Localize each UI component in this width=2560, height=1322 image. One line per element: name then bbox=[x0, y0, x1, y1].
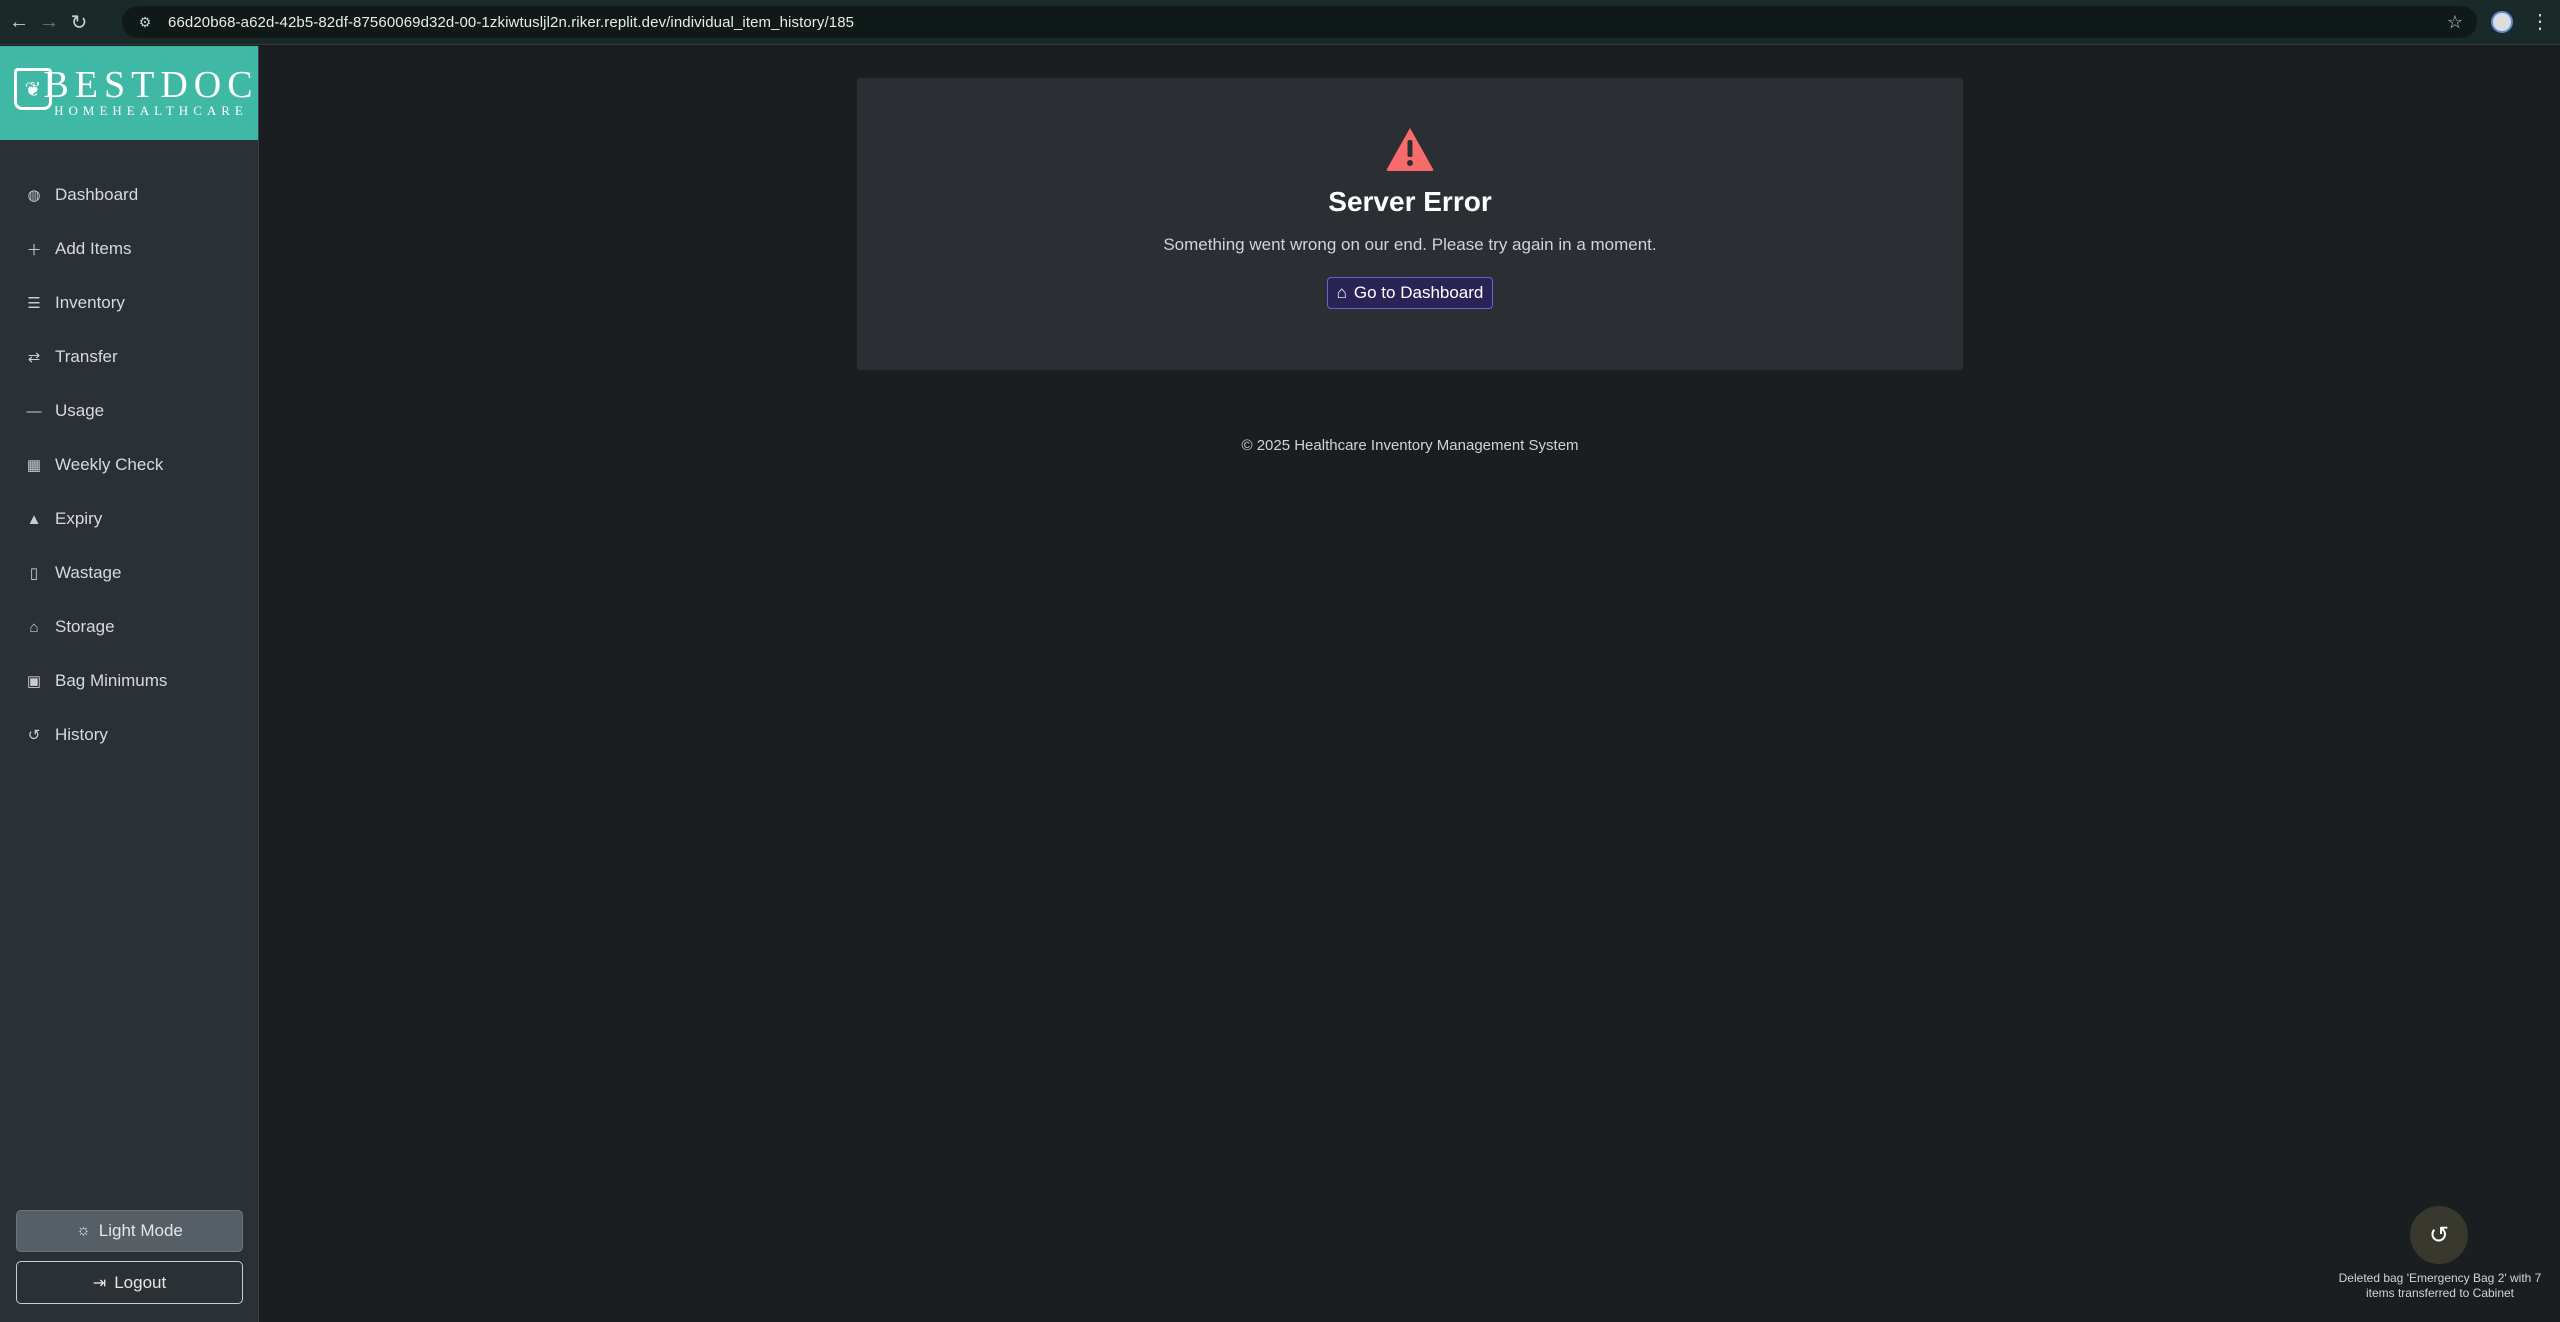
undo-button[interactable]: ↺ bbox=[2410, 1206, 2468, 1264]
minus-icon: — bbox=[26, 402, 42, 420]
sidebar-item-wastage[interactable]: ▯ Wastage bbox=[0, 546, 258, 600]
sidebar-item-storage[interactable]: ⌂ Storage bbox=[0, 600, 258, 654]
back-icon[interactable]: ← bbox=[8, 11, 30, 33]
palette-icon: ◍ bbox=[27, 187, 41, 204]
logo[interactable]: ❦ BESTDOC HOMEHEALTHCARE bbox=[0, 46, 258, 140]
forward-icon[interactable]: → bbox=[38, 11, 60, 33]
error-card: Server Error Something went wrong on our… bbox=[857, 78, 1963, 370]
sidebar-item-add-items[interactable]: ＋ Add Items bbox=[0, 222, 258, 276]
logout-button[interactable]: ⇥ Logout bbox=[16, 1261, 243, 1304]
url-text[interactable]: 66d20b68-a62d-42b5-82df-87560069d32d-00-… bbox=[168, 14, 854, 31]
warehouse-icon: ⌂ bbox=[29, 618, 39, 636]
browser-menu-icon[interactable]: ⋮ bbox=[2530, 9, 2550, 34]
logout-icon: ⇥ bbox=[92, 1274, 107, 1292]
arrows-icon: ⇄ bbox=[27, 349, 41, 366]
light-mode-label: Light Mode bbox=[98, 1221, 183, 1240]
undo-icon: ↺ bbox=[2428, 1221, 2450, 1249]
sidebar-item-weekly-check[interactable]: ▦ Weekly Check bbox=[0, 438, 258, 492]
browser-toolbar: ← → ↻ ⚙ 66d20b68-a62d-42b5-82df-87560069… bbox=[0, 0, 2560, 45]
sidebar-item-label: Bag Minimums bbox=[55, 671, 168, 690]
list-icon: ☰ bbox=[27, 295, 41, 312]
sidebar-item-inventory[interactable]: ☰ Inventory bbox=[0, 276, 258, 330]
site-settings-icon[interactable]: ⚙ bbox=[136, 13, 154, 31]
toast-message: Deleted bag 'Emergency Bag 2' with 7 ite… bbox=[2338, 1271, 2542, 1300]
sidebar-item-label: Storage bbox=[55, 617, 115, 636]
bookmark-star-icon[interactable]: ☆ bbox=[2447, 12, 2463, 33]
warning-icon: ▲ bbox=[26, 510, 42, 528]
calendar-check-icon: ▦ bbox=[26, 457, 42, 474]
sidebar-item-label: History bbox=[55, 725, 108, 744]
sidebar-item-dashboard[interactable]: ◍ Dashboard bbox=[0, 168, 258, 222]
error-title: Server Error bbox=[1328, 186, 1492, 217]
error-message: Something went wrong on our end. Please … bbox=[1163, 235, 1657, 254]
profile-avatar[interactable] bbox=[2491, 11, 2513, 33]
sidebar-item-label: Usage bbox=[55, 401, 105, 420]
address-bar[interactable]: ⚙ 66d20b68-a62d-42b5-82df-87560069d32d-0… bbox=[122, 6, 2477, 38]
history-icon: ↺ bbox=[27, 727, 41, 744]
go-to-dashboard-label: Go to Dashboard bbox=[1353, 283, 1484, 302]
medkit-icon: ▣ bbox=[26, 673, 42, 690]
trash-icon: ▯ bbox=[29, 565, 39, 582]
sidebar: ❦ BESTDOC HOMEHEALTHCARE ◍ Dashboard ＋ A… bbox=[0, 46, 259, 1322]
logout-label: Logout bbox=[114, 1272, 167, 1292]
sidebar-item-label: Inventory bbox=[55, 293, 125, 312]
sidebar-item-label: Expiry bbox=[55, 509, 103, 528]
sidebar-item-label: Transfer bbox=[55, 347, 118, 366]
sidebar-item-label: Add Items bbox=[55, 239, 132, 258]
sidebar-item-label: Dashboard bbox=[55, 185, 139, 204]
logo-house-icon: ❦ bbox=[14, 68, 52, 110]
reload-icon[interactable]: ↻ bbox=[68, 11, 90, 34]
sidebar-item-transfer[interactable]: ⇄ Transfer bbox=[0, 330, 258, 384]
sun-icon: ☼ bbox=[76, 1222, 91, 1239]
warning-triangle-icon bbox=[1386, 128, 1434, 171]
go-to-dashboard-button[interactable]: ⌂ Go to Dashboard bbox=[1326, 277, 1494, 309]
sidebar-item-label: Wastage bbox=[55, 563, 122, 582]
footer-copyright: © 2025 Healthcare Inventory Management S… bbox=[1241, 437, 1579, 454]
sidebar-item-history[interactable]: ↺ History bbox=[0, 708, 258, 762]
sidebar-item-bag-minimums[interactable]: ▣ Bag Minimums bbox=[0, 654, 258, 708]
home-icon: ⌂ bbox=[1336, 283, 1347, 302]
sidebar-item-expiry[interactable]: ▲ Expiry bbox=[0, 492, 258, 546]
plus-icon: ＋ bbox=[26, 241, 42, 259]
sidebar-item-usage[interactable]: — Usage bbox=[0, 384, 258, 438]
sidebar-item-label: Weekly Check bbox=[55, 455, 164, 474]
light-mode-button[interactable]: ☼ Light Mode bbox=[16, 1210, 243, 1252]
sidebar-nav: ◍ Dashboard ＋ Add Items ☰ Inventory ⇄ Tr… bbox=[0, 168, 258, 762]
